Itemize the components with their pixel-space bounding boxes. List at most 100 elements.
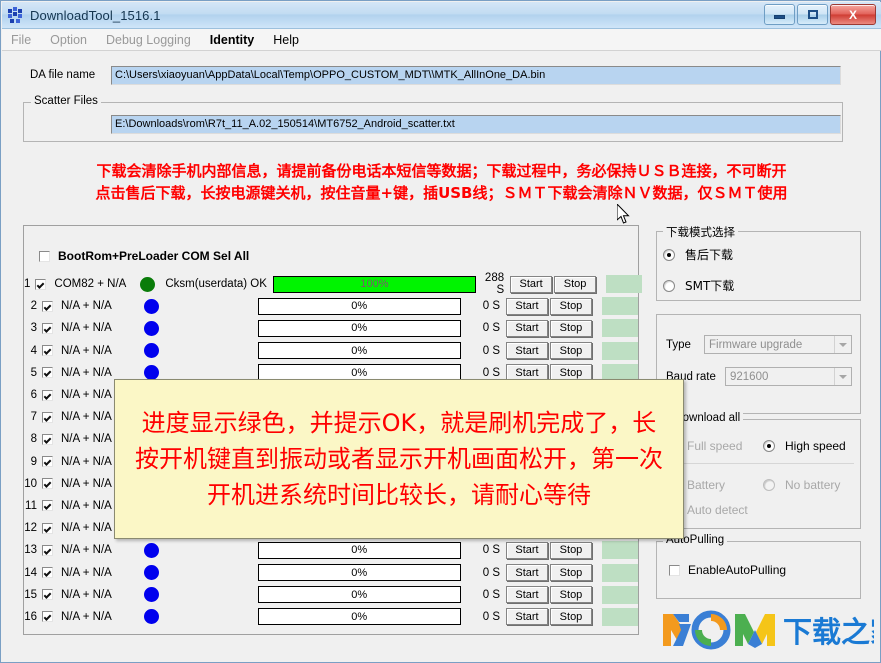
row-status-dot-icon — [143, 587, 159, 603]
row-stop-button[interactable]: Stop — [550, 319, 592, 337]
row-progress-label: 0% — [351, 322, 368, 335]
row-start-button[interactable]: Start — [506, 342, 548, 360]
baud-rate-combobox[interactable]: 921600 — [725, 367, 852, 386]
radio-no-battery-label: No battery — [785, 478, 841, 492]
maximize-button[interactable] — [797, 4, 828, 25]
row-status-dot-icon — [143, 565, 159, 581]
row-stop-button[interactable]: Stop — [550, 564, 592, 582]
select-all-row[interactable]: BootRom+PreLoader COM Sel All — [39, 249, 249, 263]
row-stop-button[interactable]: Stop — [550, 342, 592, 360]
da-file-input[interactable]: C:\Users\xiaoyuan\AppData\Local\Temp\OPP… — [111, 66, 841, 85]
baud-rate-value: 921600 — [730, 370, 769, 383]
menu-file[interactable]: File — [11, 33, 31, 47]
radio-no-battery[interactable]: No battery — [763, 478, 840, 492]
type-combobox[interactable]: Firmware upgrade — [704, 335, 852, 354]
radio-high-speed[interactable]: High speed — [763, 439, 846, 453]
row-indicator-box — [602, 541, 638, 560]
row-start-button[interactable]: Start — [506, 608, 548, 626]
row-checkbox[interactable] — [42, 478, 53, 490]
row-checkbox[interactable] — [42, 411, 53, 423]
row-elapsed-time: 0 S — [482, 588, 500, 601]
row-start-button[interactable]: Start — [510, 275, 553, 293]
row-com-port: N/A + N/A — [61, 588, 112, 601]
select-all-label: BootRom+PreLoader COM Sel All — [58, 249, 250, 263]
menu-help[interactable]: Help — [273, 33, 299, 47]
radio-high-speed-label: High speed — [785, 439, 846, 453]
row-progress-bar: 0% — [257, 342, 461, 360]
row-index: 2 — [30, 300, 37, 313]
row-checkbox[interactable] — [42, 345, 53, 357]
close-button[interactable]: X — [830, 4, 876, 25]
row-index: 10 — [24, 477, 37, 490]
row-stop-button[interactable]: Stop — [550, 608, 592, 626]
row-progress-label: 0% — [351, 544, 368, 557]
row-stop-button[interactable]: Stop — [554, 275, 597, 293]
row-stop-button[interactable]: Stop — [550, 586, 592, 604]
row-checkbox[interactable] — [42, 389, 53, 401]
row-checkbox[interactable] — [42, 456, 53, 468]
maximize-icon — [807, 10, 818, 19]
radio-smt-icon[interactable] — [663, 279, 675, 292]
row-checkbox[interactable] — [42, 589, 53, 601]
row-checkbox[interactable] — [35, 278, 47, 290]
minimize-button[interactable] — [764, 4, 795, 25]
row-checkbox[interactable] — [42, 567, 53, 579]
title-bar: DownloadTool_1516.1 X — [2, 2, 881, 29]
row-start-button[interactable]: Start — [506, 319, 548, 337]
table-row: 2 N/A + N/A 0% 0 S Start Stop — [24, 295, 638, 317]
row-checkbox[interactable] — [42, 433, 53, 445]
app-window: DownloadTool_1516.1 X File Option Debug … — [0, 0, 881, 663]
row-status-dot-icon — [143, 343, 159, 359]
radio-smt-download[interactable]: SMT下载 — [663, 277, 734, 294]
row-checkbox[interactable] — [42, 367, 53, 379]
table-row: 16 N/A + N/A 0% 0 S Start Stop — [24, 606, 638, 628]
menu-bar: File Option Debug Logging Identity Help — [2, 29, 881, 51]
row-stop-button[interactable]: Stop — [550, 297, 592, 315]
row-elapsed-time: 0 S — [482, 610, 500, 623]
chevron-down-icon[interactable] — [834, 336, 851, 353]
enable-autopulling-checkbox[interactable] — [669, 564, 680, 576]
row-progress-label: 0% — [351, 300, 368, 313]
row-checkbox[interactable] — [42, 300, 53, 312]
row-start-button[interactable]: Start — [506, 541, 548, 559]
row-checkbox[interactable] — [42, 522, 53, 534]
row-status-dot-icon — [143, 542, 159, 558]
mouse-cursor — [617, 204, 630, 224]
row-start-button[interactable]: Start — [506, 564, 548, 582]
scatter-file-input[interactable]: E:\Downloads\rom\R7t_11_A.02_150514\MT67… — [111, 115, 841, 134]
row-elapsed-time: 0 S — [482, 566, 500, 579]
row-index: 3 — [30, 322, 37, 335]
row-index: 13 — [24, 544, 37, 557]
menu-debug-logging[interactable]: Debug Logging — [106, 33, 191, 47]
row-progress-bar: 100% — [272, 275, 476, 293]
radio-after-sales-icon[interactable] — [663, 248, 675, 261]
row-checkbox[interactable] — [42, 544, 53, 556]
radio-after-sales-download[interactable]: 售后下载 — [663, 246, 733, 263]
menu-option[interactable]: Option — [50, 33, 87, 47]
row-start-button[interactable]: Start — [506, 297, 548, 315]
row-indicator-box — [602, 319, 638, 338]
row-status-text: Cksm(userdata) OK — [165, 278, 267, 291]
row-progress-label: 0% — [351, 588, 368, 601]
row-progress-bar: 0% — [257, 541, 461, 559]
radio-high-speed-icon[interactable] — [763, 440, 775, 452]
row-stop-button[interactable]: Stop — [550, 541, 592, 559]
row-index: 6 — [30, 389, 37, 402]
row-checkbox[interactable] — [42, 500, 53, 512]
table-row: 4 N/A + N/A 0% 0 S Start Stop — [24, 340, 638, 362]
table-row: 3 N/A + N/A 0% 0 S Start Stop — [24, 317, 638, 339]
radio-no-battery-icon[interactable] — [763, 479, 775, 491]
select-all-checkbox[interactable] — [39, 250, 50, 262]
row-progress-bar: 0% — [257, 608, 461, 626]
minimize-icon — [774, 15, 785, 19]
enable-autopulling-row[interactable]: EnableAutoPulling — [669, 563, 786, 577]
row-progress-bar: 0% — [257, 297, 461, 315]
row-start-button[interactable]: Start — [506, 586, 548, 604]
row-checkbox[interactable] — [42, 322, 53, 334]
row-index: 12 — [24, 522, 37, 535]
row-progress-bar: 0% — [257, 564, 461, 582]
row-checkbox[interactable] — [42, 611, 53, 623]
table-row: 15 N/A + N/A 0% 0 S Start Stop — [24, 584, 638, 606]
menu-identity[interactable]: Identity — [210, 33, 254, 47]
chevron-down-icon[interactable] — [834, 368, 851, 385]
